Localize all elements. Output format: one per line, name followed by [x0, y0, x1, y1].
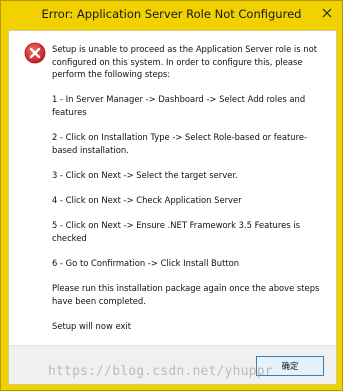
message-step-1: 1 - In Server Manager -> Dashboard -> Se… [52, 94, 306, 117]
dialog-title: Error: Application Server Role Not Confi… [41, 7, 302, 21]
error-dialog: Error: Application Server Role Not Confi… [0, 0, 343, 391]
message-step-4: 4 - Click on Next -> Check Application S… [52, 195, 242, 206]
message-step-2: 2 - Click on Installation Type -> Select… [52, 132, 308, 155]
close-icon [322, 8, 332, 18]
watermark-text: https://blog.csdn.net/yhuppr [48, 364, 273, 379]
title-bar[interactable]: Error: Application Server Role Not Confi… [1, 1, 342, 30]
close-button[interactable] [317, 4, 337, 22]
message-exit-note: Setup will now exit [52, 321, 132, 332]
message-intro: Setup is unable to proceed as the Applic… [52, 44, 317, 80]
message-step-3: 3 - Click on Next -> Select the target s… [52, 169, 238, 180]
message-step-5: 5 - Click on Next -> Ensure .NET Framewo… [52, 220, 300, 243]
dialog-body: Setup is unable to proceed as the Applic… [8, 30, 337, 385]
error-message: Setup is unable to proceed as the Applic… [52, 43, 324, 333]
message-step-6: 6 - Go to Confirmation -> Click Install … [52, 258, 240, 269]
message-rerun-note: Please run this installation package aga… [52, 283, 320, 306]
error-icon [24, 42, 46, 64]
